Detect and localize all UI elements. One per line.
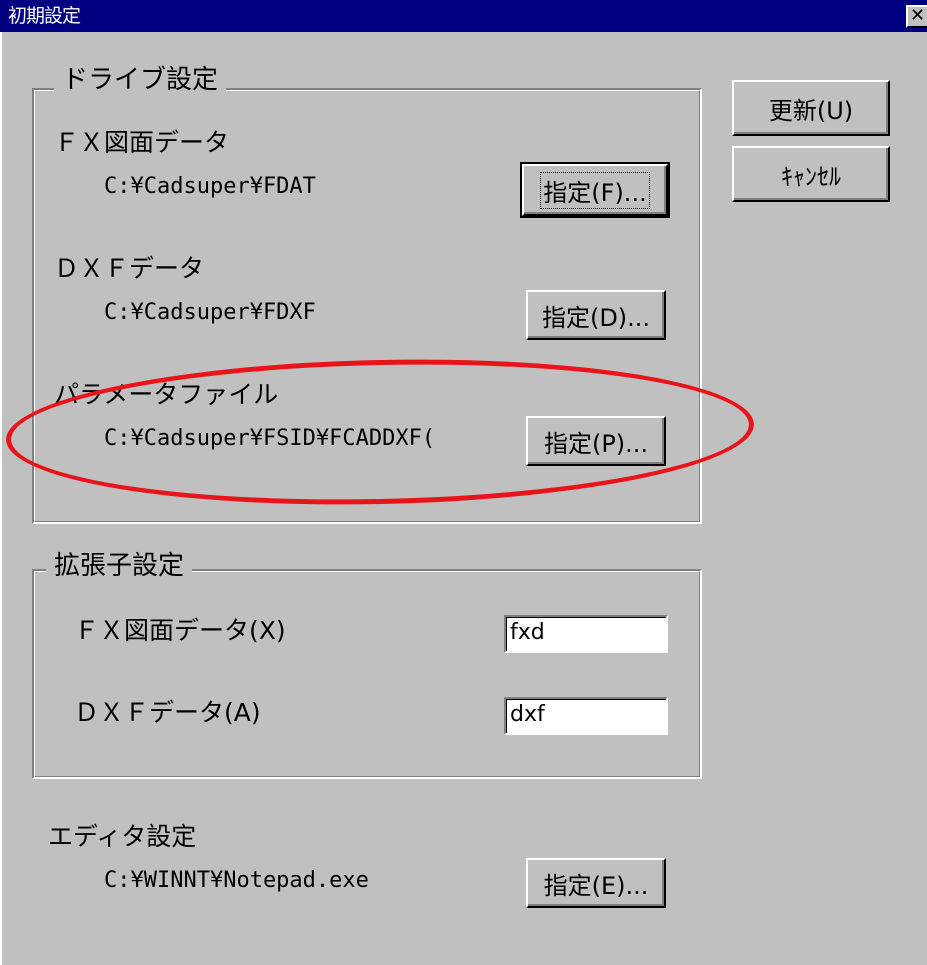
close-button[interactable]: ✕ — [906, 5, 927, 28]
dxf-specify-button-label: 指定(D)... — [541, 303, 651, 332]
update-button[interactable]: 更新(U) — [732, 80, 890, 136]
cancel-button-label: ｷｬﾝｾﾙ — [781, 162, 841, 191]
fx-extension-input[interactable]: fxd — [504, 615, 668, 653]
parameter-specify-button[interactable]: 指定(P)... — [526, 416, 666, 466]
drive-settings-legend: ドライブ設定 — [54, 65, 227, 95]
update-button-label: 更新(U) — [768, 96, 854, 125]
parameter-specify-button-label: 指定(P)... — [543, 429, 649, 458]
editor-specify-button[interactable]: 指定(E)... — [526, 858, 666, 908]
parameter-file-label: パラメータファイル — [54, 380, 279, 409]
fx-extension-label: ＦＸ図面データ(X) — [74, 616, 286, 645]
editor-settings-label: エディタ設定 — [48, 822, 197, 851]
dxf-specify-button[interactable]: 指定(D)... — [526, 290, 666, 340]
fx-drawing-data-path: C:¥Cadsuper¥FDAT — [104, 174, 316, 199]
editor-path: C:¥WINNT¥Notepad.exe — [104, 868, 369, 893]
dxf-data-label: ＤＸＦデータ — [54, 254, 205, 283]
cancel-button[interactable]: ｷｬﾝｾﾙ — [732, 146, 890, 202]
window-title: 初期設定 — [8, 5, 81, 27]
editor-specify-button-label: 指定(E)... — [543, 871, 649, 900]
extension-settings-legend: 拡張子設定 — [46, 551, 193, 581]
parameter-file-path: C:¥Cadsuper¥FSID¥FCADDXF( — [104, 426, 436, 451]
fx-drawing-data-label: ＦＸ図面データ — [54, 128, 230, 157]
dxf-extension-label: ＤＸＦデータ(A) — [74, 698, 261, 727]
dxf-data-path: C:¥Cadsuper¥FDXF — [104, 300, 316, 325]
title-bar: 初期設定 ✕ — [0, 0, 927, 32]
fx-specify-button[interactable]: 指定(F)... — [520, 162, 670, 218]
dxf-extension-input[interactable]: dxf — [504, 697, 668, 735]
extension-settings-group — [32, 569, 702, 779]
dialog-left-edge — [0, 32, 8, 965]
fx-specify-button-label: 指定(F)... — [540, 171, 650, 209]
close-icon: ✕ — [909, 5, 926, 26]
